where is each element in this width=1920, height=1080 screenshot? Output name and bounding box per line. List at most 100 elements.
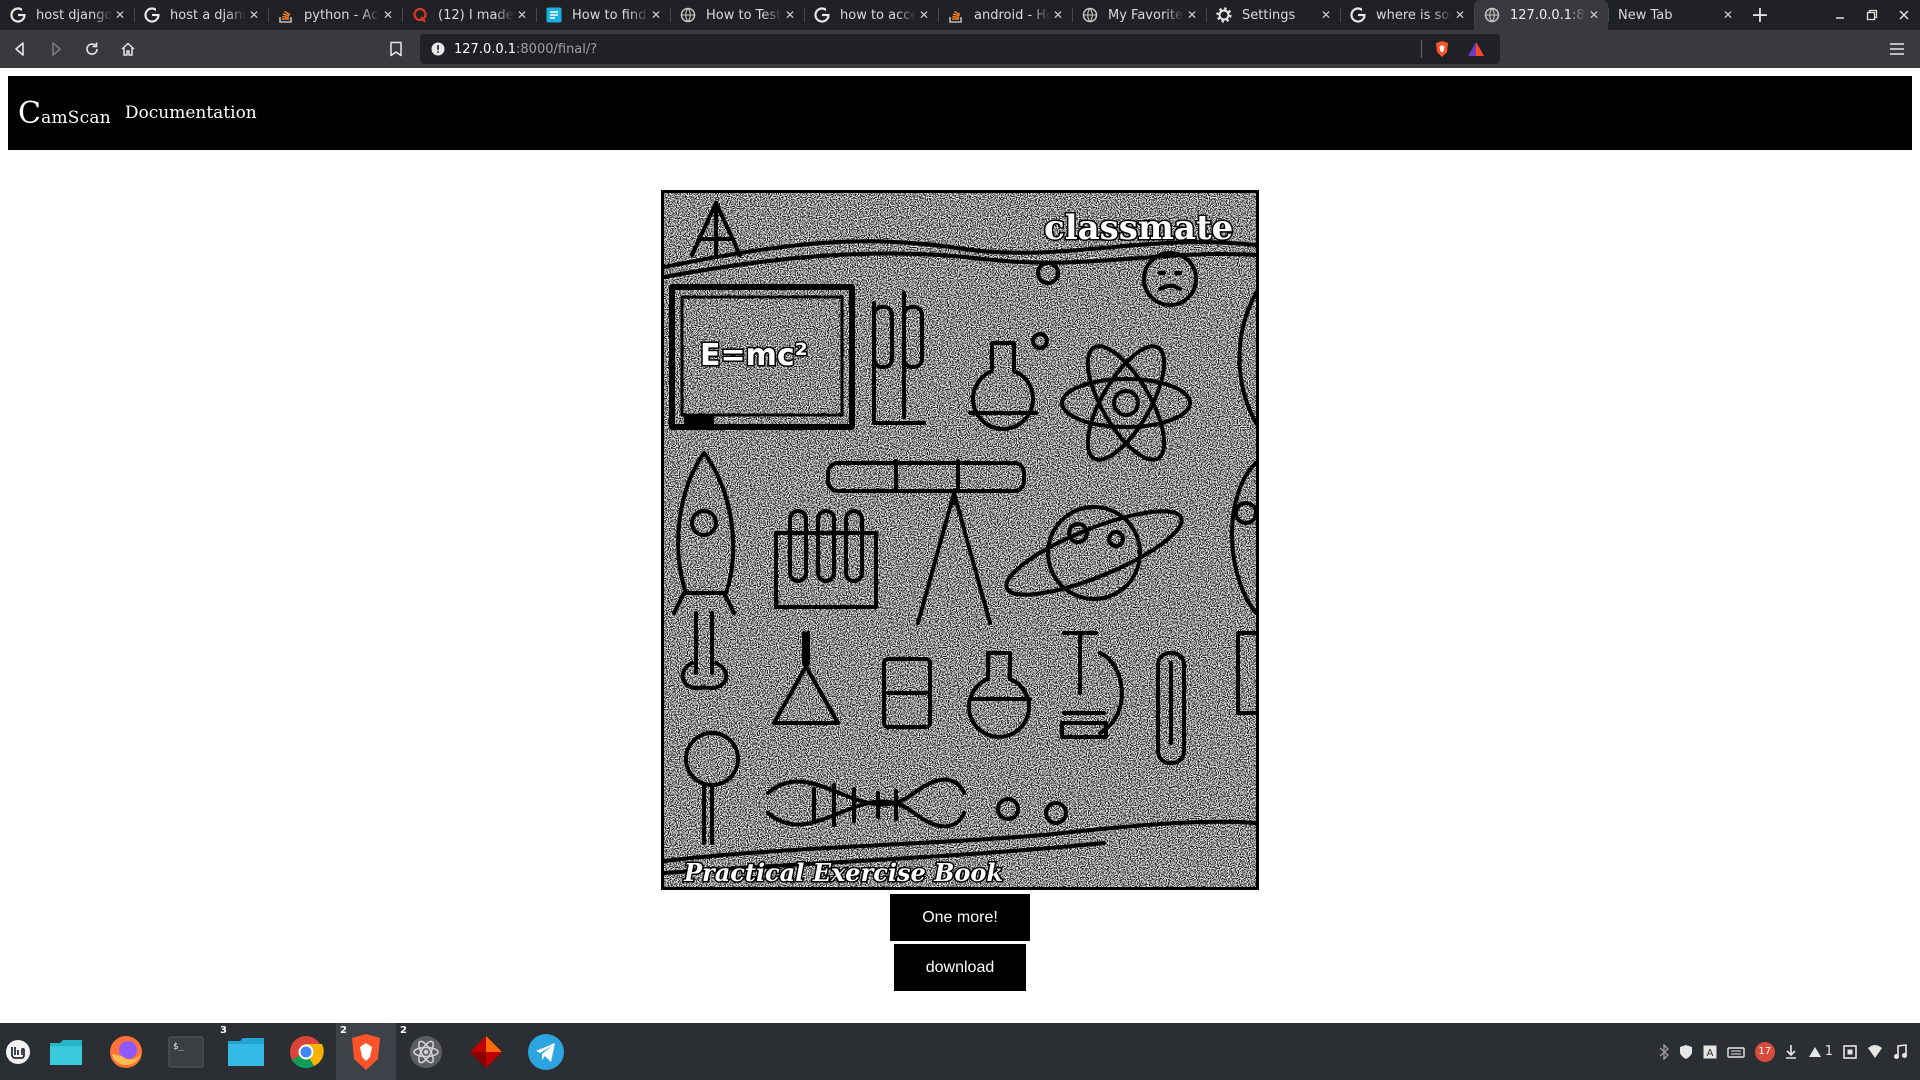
quora-icon xyxy=(412,7,428,23)
address-bar-actions xyxy=(1421,34,1500,64)
forward-button[interactable] xyxy=(40,35,72,63)
tab-close-icon[interactable]: ✕ xyxy=(648,8,664,22)
browser-tab[interactable]: My Favorite S✕ xyxy=(1072,0,1206,30)
browser-tab[interactable]: New Tab ✕ xyxy=(1608,0,1742,30)
filezilla-icon xyxy=(468,1034,504,1070)
taskbar-launcher[interactable] xyxy=(276,1023,336,1080)
google-icon xyxy=(814,7,830,23)
browser-tab[interactable]: (12) I made a✕ xyxy=(402,0,536,30)
taskbar-launcher[interactable] xyxy=(96,1023,156,1080)
network-icon[interactable] xyxy=(1727,1042,1745,1062)
tab-title: where is sour xyxy=(1376,7,1452,23)
globe-icon xyxy=(680,7,696,23)
shield-icon[interactable] xyxy=(1679,1042,1693,1062)
browser-tab[interactable]: how to acces✕ xyxy=(804,0,938,30)
tab-close-icon[interactable]: ✕ xyxy=(1720,8,1736,22)
globe-icon xyxy=(1484,7,1500,23)
brand-initial: C xyxy=(18,95,42,131)
restore-button[interactable] xyxy=(1856,0,1888,30)
tab-close-icon[interactable]: ✕ xyxy=(112,8,128,22)
address-bar[interactable]: 127.0.0.1:8000/final/? xyxy=(420,34,1500,64)
window-count-badge: 3 xyxy=(220,1025,227,1036)
minimize-icon xyxy=(1836,17,1844,19)
site-navbar: CamScan Documentation xyxy=(8,76,1912,150)
desktop-taskbar: $_ 3 2 2 A 17 1 xyxy=(0,1023,1920,1080)
tab-close-icon[interactable]: ✕ xyxy=(782,8,798,22)
bluetooth-icon[interactable] xyxy=(1659,1042,1669,1062)
taskbar-launcher[interactable] xyxy=(456,1023,516,1080)
site-info-icon[interactable] xyxy=(430,41,446,57)
taskbar-launcher[interactable]: $_ xyxy=(156,1023,216,1080)
keyboard-layout-icon[interactable]: A xyxy=(1703,1042,1717,1062)
home-button[interactable] xyxy=(112,35,144,63)
taskbar-launcher[interactable] xyxy=(516,1023,576,1080)
tab-close-icon[interactable]: ✕ xyxy=(1586,8,1602,22)
workspace-indicator[interactable]: 1 xyxy=(1807,1042,1833,1062)
documentation-link[interactable]: Documentation xyxy=(125,103,257,123)
tab-close-icon[interactable]: ✕ xyxy=(1452,8,1468,22)
url-path: :8000/final/? xyxy=(516,41,598,57)
back-arrow-icon xyxy=(15,42,24,56)
svg-text:A: A xyxy=(1706,1048,1713,1059)
browser-tab[interactable]: How to find y✕ xyxy=(536,0,670,30)
browser-tab[interactable]: python - Acce✕ xyxy=(268,0,402,30)
notifications-icon[interactable]: 17 xyxy=(1754,1041,1775,1062)
download-button[interactable]: download xyxy=(894,944,1026,991)
browser-menu-button[interactable] xyxy=(1888,40,1906,58)
bookmark-button[interactable] xyxy=(386,39,406,59)
browser-tab[interactable]: How to Test l ✕ xyxy=(670,0,804,30)
tab-close-icon[interactable]: ✕ xyxy=(1318,8,1334,22)
browser-tab[interactable]: android - Ho ✕ xyxy=(938,0,1072,30)
taskbar-launcher[interactable]: 2 xyxy=(336,1023,396,1080)
tab-close-icon[interactable]: ✕ xyxy=(916,8,932,22)
tab-close-icon[interactable]: ✕ xyxy=(514,8,530,22)
forward-arrow-icon xyxy=(52,42,61,56)
wifi-icon[interactable] xyxy=(1867,1042,1883,1062)
taskbar-launcher[interactable] xyxy=(0,1023,36,1080)
reload-icon xyxy=(86,42,98,55)
taskbar-launcher[interactable]: 2 xyxy=(396,1023,456,1080)
tab-title: (12) I made a xyxy=(438,7,514,23)
browser-tab-active[interactable]: 127.0.0.1:800✕ xyxy=(1474,0,1608,30)
window-count-badge: 2 xyxy=(340,1025,347,1036)
brand-link[interactable]: CamScan xyxy=(18,96,111,131)
browser-tab[interactable]: where is sour✕ xyxy=(1340,0,1474,30)
minimize-button[interactable] xyxy=(1824,0,1856,30)
tab-title: New Tab xyxy=(1618,7,1673,23)
display-icon[interactable] xyxy=(1843,1042,1857,1062)
google-icon xyxy=(144,7,160,23)
stackoverflow-icon xyxy=(948,7,964,23)
back-button[interactable] xyxy=(4,35,36,63)
chrome-icon xyxy=(288,1034,324,1070)
notification-count: 17 xyxy=(1754,1041,1775,1062)
scan-footer-text: Practical Exercise Book xyxy=(683,858,1003,887)
brand-name: amScan xyxy=(41,107,111,128)
new-tab-button[interactable]: + xyxy=(1742,0,1778,30)
tab-close-icon[interactable]: ✕ xyxy=(1184,8,1200,22)
files-icon xyxy=(227,1037,265,1067)
browser-tab-strip: host django p✕host a djang✕python - Acce… xyxy=(0,0,1920,30)
one-more-button[interactable]: One more! xyxy=(890,894,1030,941)
tab-close-icon[interactable]: ✕ xyxy=(380,8,396,22)
browser-tab[interactable]: host a djang ✕ xyxy=(134,0,268,30)
window-close-button[interactable] xyxy=(1888,0,1920,30)
taskbar-launcher[interactable]: 3 xyxy=(216,1023,276,1080)
browser-tab[interactable]: host django p✕ xyxy=(0,0,134,30)
brave-rewards-icon[interactable] xyxy=(1466,39,1486,59)
tab-title: 127.0.0.1:800 xyxy=(1510,7,1586,23)
web-page: CamScan Documentation classmate E=mc² Pr… xyxy=(0,68,1920,1023)
reload-button[interactable] xyxy=(76,35,108,63)
home-icon xyxy=(121,42,135,56)
medium-icon xyxy=(546,7,562,23)
google-icon xyxy=(10,7,26,23)
stackoverflow-icon xyxy=(278,7,294,23)
bookmark-icon xyxy=(390,41,402,57)
taskbar-launcher[interactable] xyxy=(36,1023,96,1080)
brave-shields-icon[interactable] xyxy=(1432,39,1452,59)
browser-tab[interactable]: Settings ✕ xyxy=(1206,0,1340,30)
tab-close-icon[interactable]: ✕ xyxy=(246,8,262,22)
tab-title: My Favorite S xyxy=(1108,7,1184,23)
music-note-icon[interactable] xyxy=(1893,1042,1907,1062)
tab-close-icon[interactable]: ✕ xyxy=(1050,8,1066,22)
download-tray-icon[interactable] xyxy=(1785,1042,1797,1062)
